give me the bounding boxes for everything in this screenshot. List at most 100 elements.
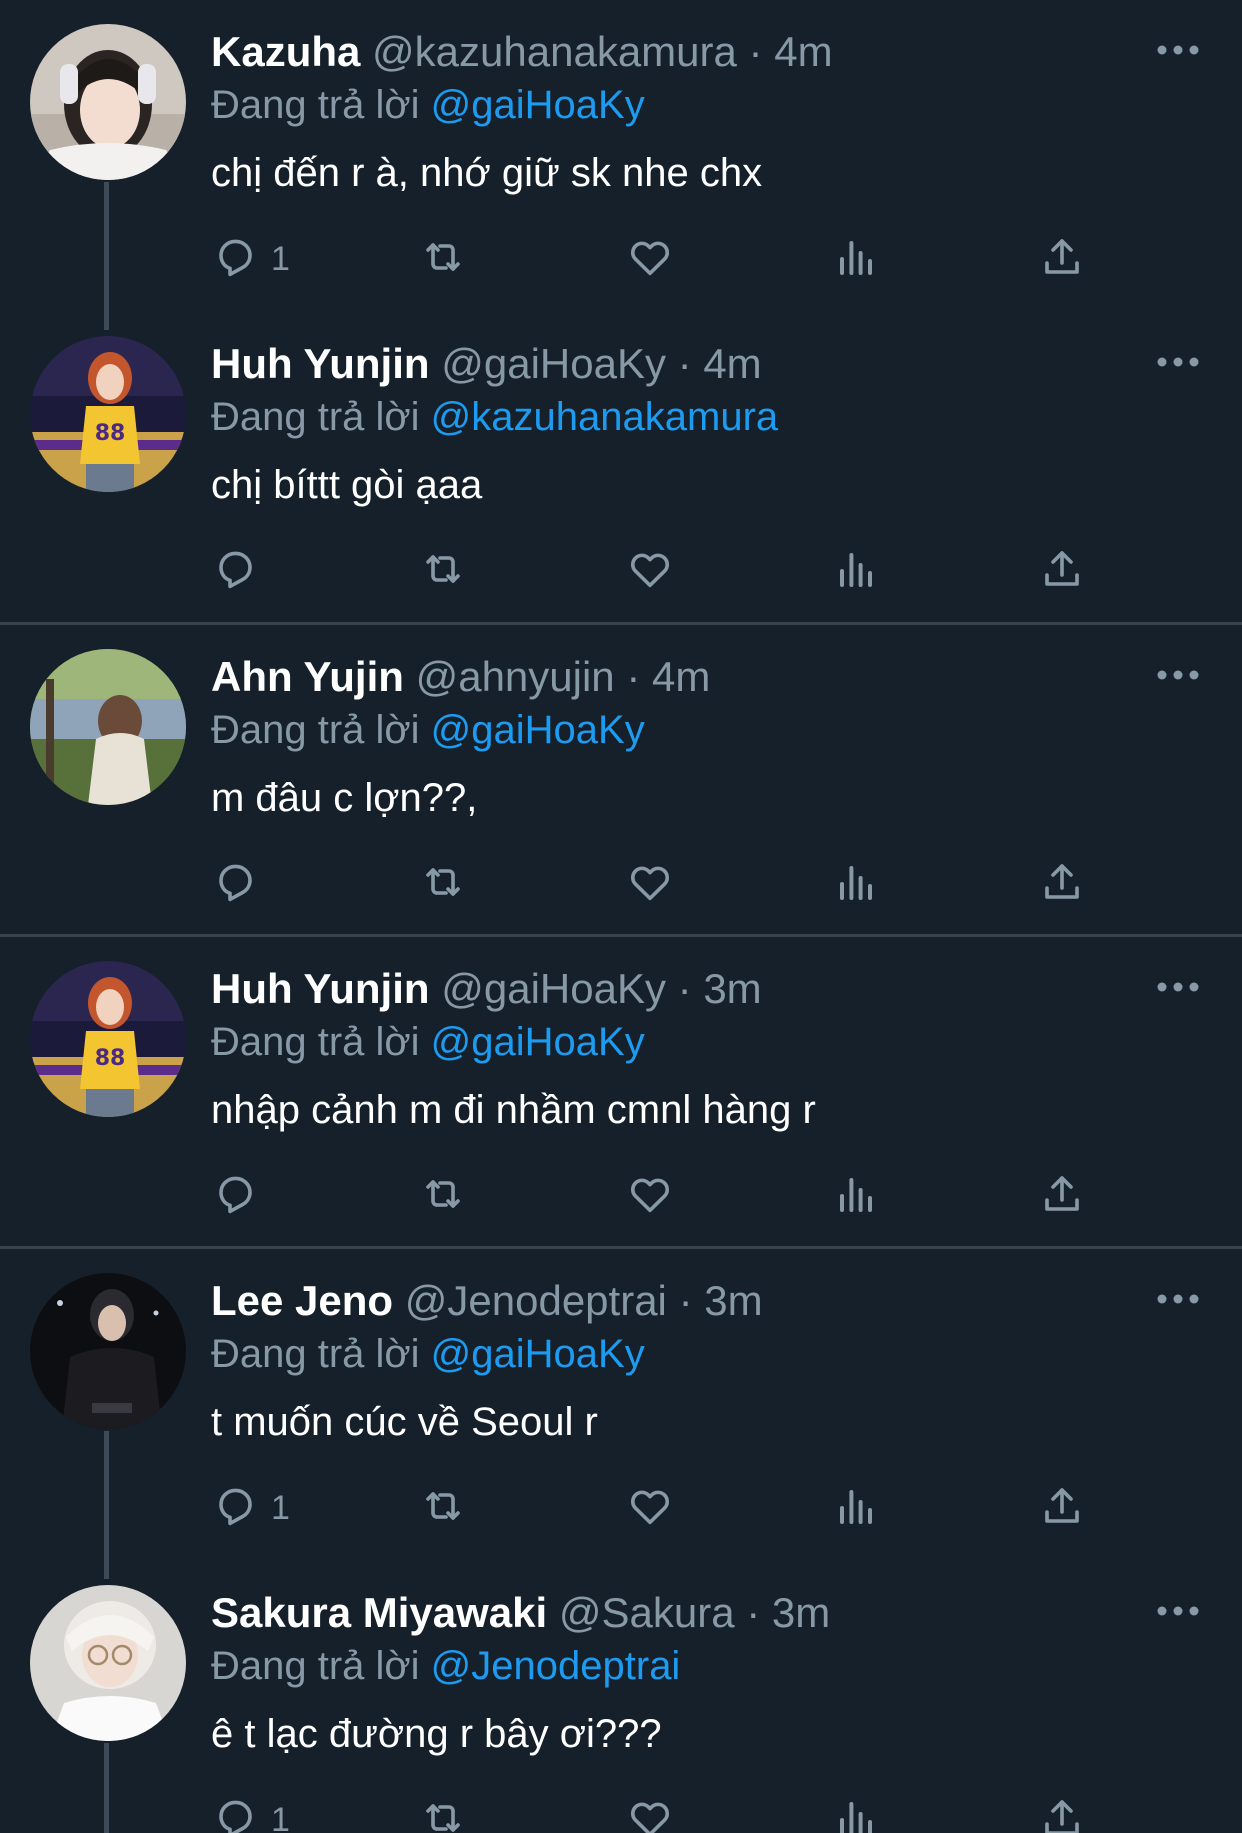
- svg-text:88: 88: [95, 1046, 126, 1071]
- analytics-icon: [832, 1794, 880, 1833]
- avatar[interactable]: [30, 1273, 186, 1429]
- tweet[interactable]: Kazuha @kazuhanakamura · 4m Đang trả lời…: [0, 0, 1242, 330]
- display-name[interactable]: Kazuha: [211, 28, 360, 75]
- action-bar: [0, 1169, 1242, 1229]
- retweet-button[interactable]: [418, 1169, 468, 1223]
- more-icon[interactable]: [1156, 665, 1200, 685]
- tweet[interactable]: Ahn Yujin @ahnyujin · 4m Đang trả lời @g…: [0, 625, 1242, 935]
- display-name[interactable]: Lee Jeno: [211, 1277, 393, 1324]
- share-icon: [1038, 858, 1086, 911]
- analytics-icon: [832, 858, 880, 911]
- separator: ·: [678, 1277, 693, 1324]
- retweet-button[interactable]: [418, 544, 468, 598]
- analytics-button[interactable]: [832, 1481, 880, 1535]
- timestamp[interactable]: 4m: [774, 28, 832, 75]
- like-button[interactable]: [626, 232, 674, 286]
- svg-text:88: 88: [95, 421, 126, 446]
- tweet-header: Kazuha @kazuhanakamura · 4m: [211, 28, 833, 76]
- mention-link[interactable]: @gaiHoaKy: [431, 83, 645, 127]
- replying-to-label: Đang trả lời: [211, 1644, 420, 1688]
- reply-count: 1: [271, 1488, 290, 1527]
- tweet-text: chị bíttt gòi ạaa: [211, 463, 483, 507]
- analytics-button[interactable]: [832, 544, 880, 598]
- reply-button[interactable]: [211, 544, 271, 598]
- like-icon: [626, 1170, 674, 1223]
- user-handle[interactable]: @ahnyujin: [416, 653, 615, 700]
- tweet[interactable]: 88 Huh Yunjin @gaiHoaKy · 3m Đang trả lờ…: [0, 937, 1242, 1247]
- tweet-timeline: Kazuha @kazuhanakamura · 4m Đang trả lời…: [0, 0, 1242, 1833]
- share-button[interactable]: [1038, 1793, 1086, 1833]
- avatar[interactable]: 88: [30, 961, 186, 1117]
- analytics-icon: [832, 1482, 880, 1535]
- avatar[interactable]: [30, 649, 186, 805]
- avatar[interactable]: [30, 24, 186, 180]
- retweet-button[interactable]: [418, 232, 468, 286]
- retweet-button[interactable]: [418, 1793, 468, 1833]
- mention-link[interactable]: @gaiHoaKy: [431, 1332, 645, 1376]
- user-handle[interactable]: @gaiHoaKy: [441, 965, 666, 1012]
- tweet-text: nhập cảnh m đi nhầm cmnl hàng r: [211, 1088, 816, 1132]
- timestamp[interactable]: 4m: [703, 340, 761, 387]
- more-icon[interactable]: [1156, 1601, 1200, 1621]
- retweet-icon: [418, 1170, 468, 1223]
- user-handle[interactable]: @gaiHoaKy: [441, 340, 666, 387]
- like-button[interactable]: [626, 544, 674, 598]
- user-handle[interactable]: @Jenodeptrai: [405, 1277, 667, 1324]
- share-icon: [1038, 1794, 1086, 1833]
- reply-icon: [211, 233, 259, 286]
- share-button[interactable]: [1038, 232, 1086, 286]
- more-icon[interactable]: [1156, 977, 1200, 997]
- more-icon[interactable]: [1156, 352, 1200, 372]
- like-button[interactable]: [626, 857, 674, 911]
- user-handle[interactable]: @kazuhanakamura: [372, 28, 737, 75]
- like-button[interactable]: [626, 1169, 674, 1223]
- more-icon[interactable]: [1156, 1289, 1200, 1309]
- timestamp[interactable]: 4m: [652, 653, 710, 700]
- mention-link[interactable]: @kazuhanakamura: [431, 395, 778, 439]
- avatar[interactable]: 88: [30, 336, 186, 492]
- share-button[interactable]: [1038, 1169, 1086, 1223]
- reply-button[interactable]: [211, 1169, 271, 1223]
- analytics-button[interactable]: [832, 1793, 880, 1833]
- more-icon[interactable]: [1156, 40, 1200, 60]
- reply-button[interactable]: 1: [211, 232, 290, 286]
- mention-link[interactable]: @gaiHoaKy: [431, 708, 645, 752]
- tweet[interactable]: Sakura Miyawaki @Sakura · 3m Đang trả lờ…: [0, 1561, 1242, 1833]
- share-button[interactable]: [1038, 1481, 1086, 1535]
- mention-link[interactable]: @gaiHoaKy: [431, 1020, 645, 1064]
- mention-link[interactable]: @Jenodeptrai: [431, 1644, 681, 1688]
- reply-icon: [211, 1794, 259, 1833]
- analytics-button[interactable]: [832, 857, 880, 911]
- retweet-button[interactable]: [418, 1481, 468, 1535]
- reply-button[interactable]: [211, 857, 271, 911]
- timestamp[interactable]: 3m: [772, 1589, 830, 1636]
- action-bar: 1: [0, 1793, 1242, 1833]
- avatar[interactable]: [30, 1585, 186, 1741]
- like-button[interactable]: [626, 1481, 674, 1535]
- share-button[interactable]: [1038, 857, 1086, 911]
- timestamp[interactable]: 3m: [703, 965, 761, 1012]
- tweet[interactable]: 88 Huh Yunjin @gaiHoaKy · 4m Đang trả lờ…: [0, 312, 1242, 624]
- like-icon: [626, 1482, 674, 1535]
- action-bar: 1: [0, 1481, 1242, 1541]
- user-handle[interactable]: @Sakura: [559, 1589, 735, 1636]
- reply-button[interactable]: 1: [211, 1793, 290, 1833]
- display-name[interactable]: Sakura Miyawaki: [211, 1589, 547, 1636]
- reply-button[interactable]: 1: [211, 1481, 290, 1535]
- analytics-button[interactable]: [832, 1169, 880, 1223]
- replying-to-label: Đang trả lời: [211, 1332, 420, 1376]
- tweet-text: ê t lạc đường r bây ơi???: [211, 1712, 662, 1756]
- display-name[interactable]: Huh Yunjin: [211, 340, 430, 387]
- like-button[interactable]: [626, 1793, 674, 1833]
- display-name[interactable]: Ahn Yujin: [211, 653, 404, 700]
- share-button[interactable]: [1038, 544, 1086, 598]
- retweet-button[interactable]: [418, 857, 468, 911]
- analytics-button[interactable]: [832, 232, 880, 286]
- replying-to-label: Đang trả lời: [211, 395, 420, 439]
- tweet[interactable]: Lee Jeno @Jenodeptrai · 3m Đang trả lời …: [0, 1249, 1242, 1579]
- retweet-icon: [418, 233, 468, 286]
- timestamp[interactable]: 3m: [704, 1277, 762, 1324]
- display-name[interactable]: Huh Yunjin: [211, 965, 430, 1012]
- share-icon: [1038, 233, 1086, 286]
- separator: ·: [677, 340, 692, 387]
